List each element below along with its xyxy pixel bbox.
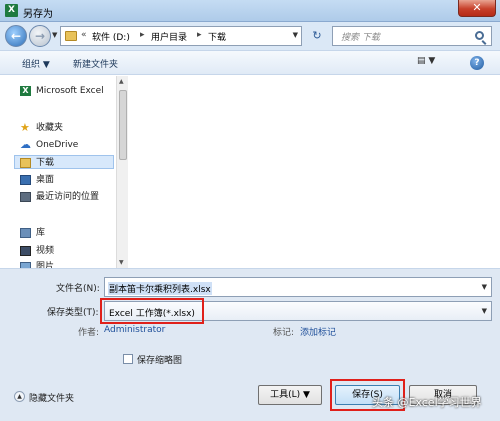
sidebar-item-label: 图片 <box>36 262 55 268</box>
window-title: 另存为 <box>23 9 53 20</box>
recent-icon <box>20 192 31 202</box>
scrollbar-thumb[interactable] <box>119 90 127 160</box>
new-folder-button[interactable]: 新建文件夹 <box>73 57 118 70</box>
sidebar-item-label: 下载 <box>36 158 55 168</box>
back-button[interactable]: ← <box>5 25 27 47</box>
view-options-icon[interactable]: ▤ ▼ <box>417 56 441 70</box>
hide-folders-label: 隐藏文件夹 <box>29 394 75 404</box>
navigation-bar: ← → ▼ « 软件 (D:) ▸ 用户目录 ▸ 下载 ▼ ↻ 搜索 下载 <box>0 22 500 50</box>
sidebar-item-label: OneDrive <box>36 140 79 150</box>
search-icon[interactable] <box>475 31 484 40</box>
history-dropdown-icon[interactable]: ▼ <box>52 31 57 39</box>
breadcrumb-drive[interactable]: 软件 (D:) <box>92 30 130 43</box>
sidebar-item-label: 收藏夹 <box>36 123 64 133</box>
chevron-down-icon[interactable]: ▼ <box>482 307 487 315</box>
address-bar[interactable]: « 软件 (D:) ▸ 用户目录 ▸ 下载 ▼ <box>60 26 302 46</box>
highlight-box <box>100 298 204 324</box>
chevron-down-icon[interactable]: ▼ <box>293 31 298 39</box>
cloud-icon: ☁ <box>20 138 31 151</box>
chevron-up-icon: ▲ <box>14 391 25 402</box>
search-input[interactable]: 搜索 下载 <box>332 26 492 46</box>
excel-icon: X <box>5 4 18 17</box>
filetype-label: 保存类型(T): <box>47 308 99 318</box>
excel-icon: X <box>20 86 31 96</box>
folder-icon <box>65 31 77 41</box>
desktop-icon <box>20 175 31 185</box>
folder-icon <box>20 158 31 168</box>
breadcrumb-user-dir[interactable]: 用户目录 <box>151 30 187 43</box>
sidebar-item-label: 桌面 <box>36 175 55 185</box>
refresh-icon[interactable]: ↻ <box>307 27 327 45</box>
command-toolbar: 组织 ▼ 新建文件夹 ▤ ▼ ? <box>0 50 500 75</box>
scroll-down-icon[interactable]: ▼ <box>119 259 124 266</box>
forward-button[interactable]: → <box>29 25 51 47</box>
breadcrumb-separator[interactable]: ▸ <box>140 30 145 40</box>
sidebar-item-label: Microsoft Excel <box>36 86 104 96</box>
add-tags-link[interactable]: 添加标记 <box>300 325 336 338</box>
breadcrumb-downloads[interactable]: 下载 <box>208 30 226 43</box>
filename-label: 文件名(N): <box>56 284 100 294</box>
sidebar-item-label: 库 <box>36 228 46 238</box>
navigation-pane: X Microsoft Excel ★ 收藏夹 ☁ OneDrive 下载 桌面… <box>0 76 116 268</box>
save-thumbnail-checkbox[interactable] <box>123 354 133 364</box>
save-thumbnail-label: 保存缩略图 <box>137 356 183 366</box>
file-list-area[interactable] <box>129 76 500 268</box>
help-icon[interactable]: ? <box>470 56 484 70</box>
close-button[interactable]: ✕ <box>458 0 496 17</box>
video-icon <box>20 246 31 256</box>
author-label: 作者: <box>78 328 100 338</box>
scroll-up-icon[interactable]: ▲ <box>119 78 124 85</box>
tools-button[interactable]: 工具(L) ▼ <box>258 385 322 405</box>
navigation-scrollbar[interactable]: ▲ ▼ <box>116 76 128 268</box>
breadcrumb-overflow[interactable]: « <box>81 30 87 40</box>
tools-button-label: 工具(L) <box>270 390 301 400</box>
watermark: 头条 @Excel学习世界 <box>372 396 482 409</box>
filename-value[interactable]: 副本笛卡尔乘积列表.xlsx <box>108 282 212 295</box>
star-icon: ★ <box>20 121 30 134</box>
title-bar: X 另存为 ✕ <box>0 0 500 22</box>
sidebar-item-downloads[interactable]: 下载 <box>14 155 114 169</box>
breadcrumb-separator[interactable]: ▸ <box>197 30 202 40</box>
sidebar-item-label: 最近访问的位置 <box>36 192 100 202</box>
tags-label: 标记: <box>273 328 295 338</box>
author-value[interactable]: Administrator <box>104 325 165 335</box>
organize-menu[interactable]: 组织 ▼ <box>22 57 50 70</box>
chevron-down-icon: ▼ <box>303 390 310 400</box>
sidebar-item-label: 视频 <box>36 246 55 256</box>
chevron-down-icon[interactable]: ▼ <box>482 283 487 291</box>
search-placeholder: 搜索 下载 <box>341 33 380 43</box>
filename-field[interactable]: 副本笛卡尔乘积列表.xlsx ▼ <box>104 277 492 297</box>
library-icon <box>20 228 31 238</box>
